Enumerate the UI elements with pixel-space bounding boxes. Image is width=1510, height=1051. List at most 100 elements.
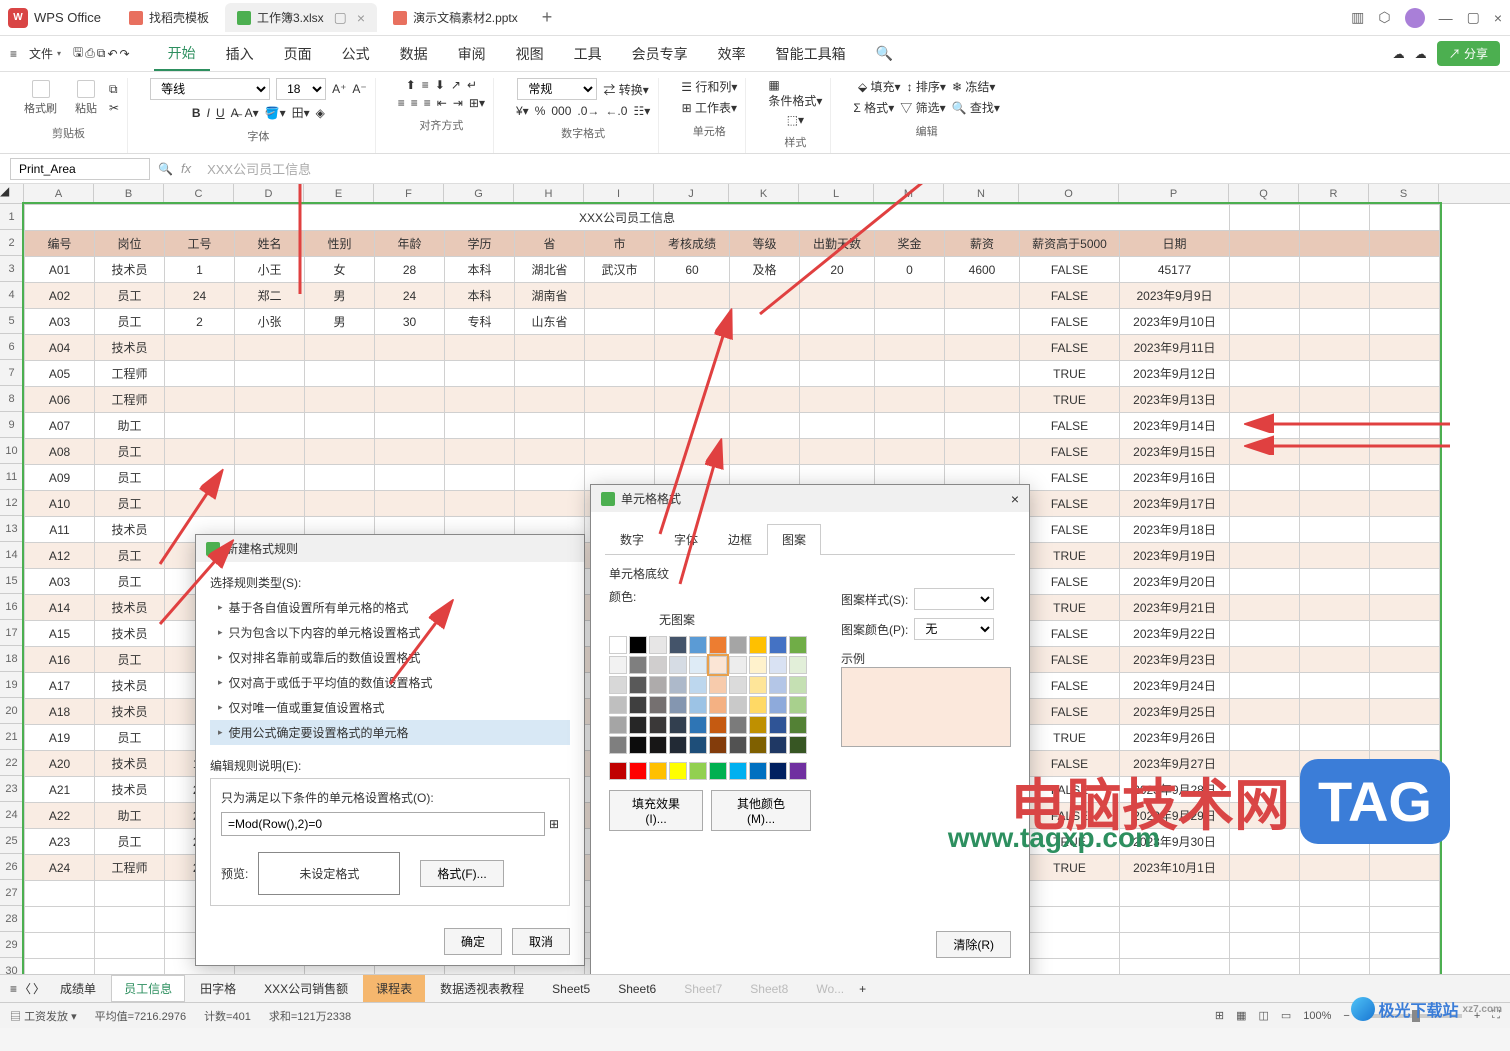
rowcol-button[interactable]: ☰ 行和列▾ <box>681 78 737 95</box>
header-cell[interactable]: 性别 <box>305 231 375 257</box>
data-cell[interactable] <box>585 387 655 413</box>
color-swatch[interactable] <box>689 696 707 714</box>
color-swatch[interactable] <box>669 676 687 694</box>
header-cell[interactable]: 薪资高于5000 <box>1020 231 1120 257</box>
standard-color-swatch[interactable] <box>669 762 687 780</box>
data-cell[interactable]: A15 <box>25 621 95 647</box>
color-swatch[interactable] <box>729 636 747 654</box>
data-cell[interactable] <box>655 439 730 465</box>
data-cell[interactable]: TRUE <box>1020 361 1120 387</box>
data-cell[interactable]: 专科 <box>445 309 515 335</box>
row-header[interactable]: 14 <box>0 542 24 568</box>
data-cell[interactable]: 4600 <box>945 257 1020 283</box>
menu-ai-tools[interactable]: 智能工具箱 <box>762 38 860 70</box>
data-cell[interactable] <box>875 335 945 361</box>
color-swatch[interactable] <box>669 736 687 754</box>
row-header[interactable]: 21 <box>0 724 24 750</box>
data-cell[interactable] <box>945 283 1020 309</box>
menu-review[interactable]: 审阅 <box>444 38 500 70</box>
convert-button[interactable]: ⇄ 转换▾ <box>603 81 648 98</box>
data-cell[interactable]: FALSE <box>1020 621 1120 647</box>
row-header[interactable]: 27 <box>0 880 24 906</box>
col-header[interactable]: L <box>799 184 874 203</box>
data-cell[interactable] <box>875 283 945 309</box>
row-header[interactable]: 22 <box>0 750 24 776</box>
col-header[interactable]: C <box>164 184 234 203</box>
currency-icon[interactable]: ¥▾ <box>516 104 529 118</box>
color-swatch[interactable] <box>669 696 687 714</box>
add-tab-button[interactable]: + <box>534 7 561 28</box>
freeze-button[interactable]: ❄ 冻结▾ <box>952 78 995 95</box>
data-cell[interactable]: 员工 <box>95 465 165 491</box>
clear-format-icon[interactable]: ◈ <box>316 106 325 120</box>
data-cell[interactable]: 小王 <box>235 257 305 283</box>
format-button[interactable]: Σ 格式▾ <box>853 99 894 116</box>
data-cell[interactable]: 工程师 <box>95 361 165 387</box>
row-header[interactable]: 16 <box>0 594 24 620</box>
data-cell[interactable] <box>375 387 445 413</box>
data-cell[interactable]: TRUE <box>1020 595 1120 621</box>
data-cell[interactable]: 工程师 <box>95 387 165 413</box>
view-normal-icon[interactable]: ⊞ <box>1215 1009 1224 1022</box>
minimize-button[interactable]: — <box>1439 10 1453 26</box>
maximize-tab-icon[interactable]: ▢ <box>334 9 347 26</box>
color-swatch[interactable] <box>629 716 647 734</box>
data-cell[interactable]: FALSE <box>1020 257 1120 283</box>
tab-font[interactable]: 字体 <box>659 524 713 554</box>
color-swatch[interactable] <box>669 716 687 734</box>
header-cell[interactable]: 日期 <box>1120 231 1230 257</box>
data-cell[interactable]: A01 <box>25 257 95 283</box>
data-cell[interactable] <box>235 491 305 517</box>
color-swatch[interactable] <box>669 636 687 654</box>
data-cell[interactable]: 2023年9月15日 <box>1120 439 1230 465</box>
row-header[interactable]: 26 <box>0 854 24 880</box>
rule-type-3[interactable]: ▸仅对高于或低于平均值的数值设置格式 <box>210 670 570 695</box>
data-cell[interactable]: 技术员 <box>95 595 165 621</box>
data-cell[interactable] <box>585 335 655 361</box>
font-size-select[interactable]: 18 <box>276 78 326 100</box>
data-cell[interactable] <box>945 387 1020 413</box>
color-swatch[interactable] <box>769 636 787 654</box>
color-swatch[interactable] <box>709 636 727 654</box>
data-cell[interactable] <box>305 387 375 413</box>
tab-template[interactable]: 找稻壳模板 <box>117 3 221 32</box>
row-header[interactable]: 23 <box>0 776 24 802</box>
data-cell[interactable] <box>945 413 1020 439</box>
menu-efficiency[interactable]: 效率 <box>704 38 760 70</box>
header-cell[interactable]: 工号 <box>165 231 235 257</box>
data-cell[interactable]: 湖北省 <box>515 257 585 283</box>
data-cell[interactable]: 技术员 <box>95 751 165 777</box>
rule-type-5[interactable]: ▸使用公式确定要设置格式的单元格 <box>210 720 570 745</box>
decrease-font-icon[interactable]: A⁻ <box>352 82 366 96</box>
increase-font-icon[interactable]: A⁺ <box>332 82 346 96</box>
zoom-out-icon[interactable]: − <box>1343 1010 1349 1022</box>
sort-button[interactable]: ↕ 排序▾ <box>907 78 946 95</box>
data-cell[interactable] <box>730 413 800 439</box>
data-cell[interactable]: A07 <box>25 413 95 439</box>
data-cell[interactable]: 2023年9月16日 <box>1120 465 1230 491</box>
add-sheet-icon[interactable]: + <box>859 982 866 996</box>
data-cell[interactable]: 技术员 <box>95 335 165 361</box>
row-header[interactable]: 8 <box>0 386 24 412</box>
data-cell[interactable]: 2023年9月17日 <box>1120 491 1230 517</box>
color-swatch[interactable] <box>629 736 647 754</box>
data-cell[interactable]: 员工 <box>95 829 165 855</box>
color-swatch[interactable] <box>769 676 787 694</box>
data-cell[interactable] <box>655 309 730 335</box>
row-header[interactable]: 3 <box>0 256 24 282</box>
data-cell[interactable] <box>165 413 235 439</box>
header-cell[interactable]: 省 <box>515 231 585 257</box>
data-cell[interactable]: 45177 <box>1120 257 1230 283</box>
data-cell[interactable]: A20 <box>25 751 95 777</box>
data-cell[interactable] <box>445 361 515 387</box>
color-swatch[interactable] <box>689 656 707 674</box>
col-header[interactable]: M <box>874 184 944 203</box>
row-header[interactable]: 12 <box>0 490 24 516</box>
data-cell[interactable]: 28 <box>375 257 445 283</box>
view-break-icon[interactable]: ◫ <box>1258 1009 1268 1022</box>
fill-button[interactable]: ⬙ 填充▾ <box>858 78 901 95</box>
col-header[interactable]: F <box>374 184 444 203</box>
data-cell[interactable] <box>585 309 655 335</box>
data-cell[interactable]: 小张 <box>235 309 305 335</box>
percent-icon[interactable]: % <box>535 104 546 118</box>
